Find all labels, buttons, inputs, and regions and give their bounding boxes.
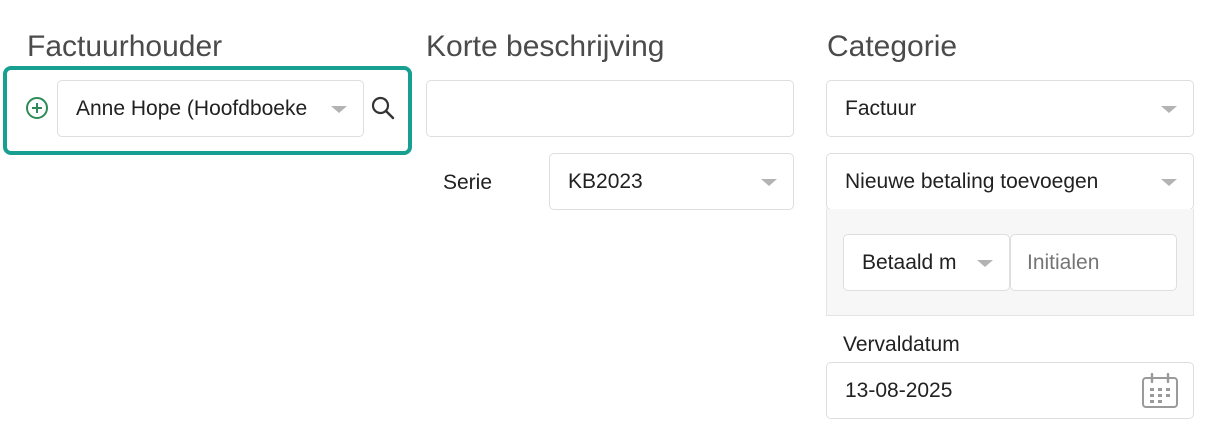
category-select[interactable]: Factuur bbox=[826, 80, 1194, 137]
series-label: Serie bbox=[443, 171, 493, 194]
invoice-holder-value: Anne Hope (Hoofdboeke bbox=[76, 96, 308, 120]
chevron-down-icon bbox=[1161, 178, 1177, 186]
chevron-down-icon bbox=[977, 259, 993, 267]
short-description-input[interactable] bbox=[426, 80, 794, 137]
due-date-value: 13-08-2025 bbox=[845, 378, 953, 402]
short-description-heading: Korte beschrijving bbox=[426, 30, 665, 63]
paid-method-select[interactable]: Betaald m bbox=[843, 234, 1010, 291]
payment-action-select[interactable]: Nieuwe betaling toevoegen bbox=[826, 153, 1194, 210]
due-date-label: Vervaldatum bbox=[843, 333, 960, 356]
category-value: Factuur bbox=[845, 96, 917, 120]
chevron-down-icon bbox=[1161, 105, 1177, 113]
payment-action-value: Nieuwe betaling toevoegen bbox=[845, 169, 1099, 193]
series-select[interactable]: KB2023 bbox=[549, 153, 794, 210]
series-value: KB2023 bbox=[568, 169, 643, 193]
initials-input[interactable] bbox=[1010, 234, 1177, 291]
due-date-input[interactable]: 13-08-2025 bbox=[826, 362, 1194, 419]
search-icon[interactable] bbox=[369, 94, 397, 122]
add-circle-icon[interactable] bbox=[25, 96, 49, 120]
invoice-holder-heading: Factuurhouder bbox=[27, 30, 223, 63]
paid-method-value: Betaald m bbox=[862, 250, 957, 274]
chevron-down-icon bbox=[331, 105, 347, 113]
invoice-holder-select[interactable]: Anne Hope (Hoofdboeke bbox=[57, 80, 364, 137]
chevron-down-icon bbox=[761, 178, 777, 186]
calendar-icon[interactable] bbox=[1141, 373, 1179, 409]
category-heading: Categorie bbox=[827, 30, 958, 63]
